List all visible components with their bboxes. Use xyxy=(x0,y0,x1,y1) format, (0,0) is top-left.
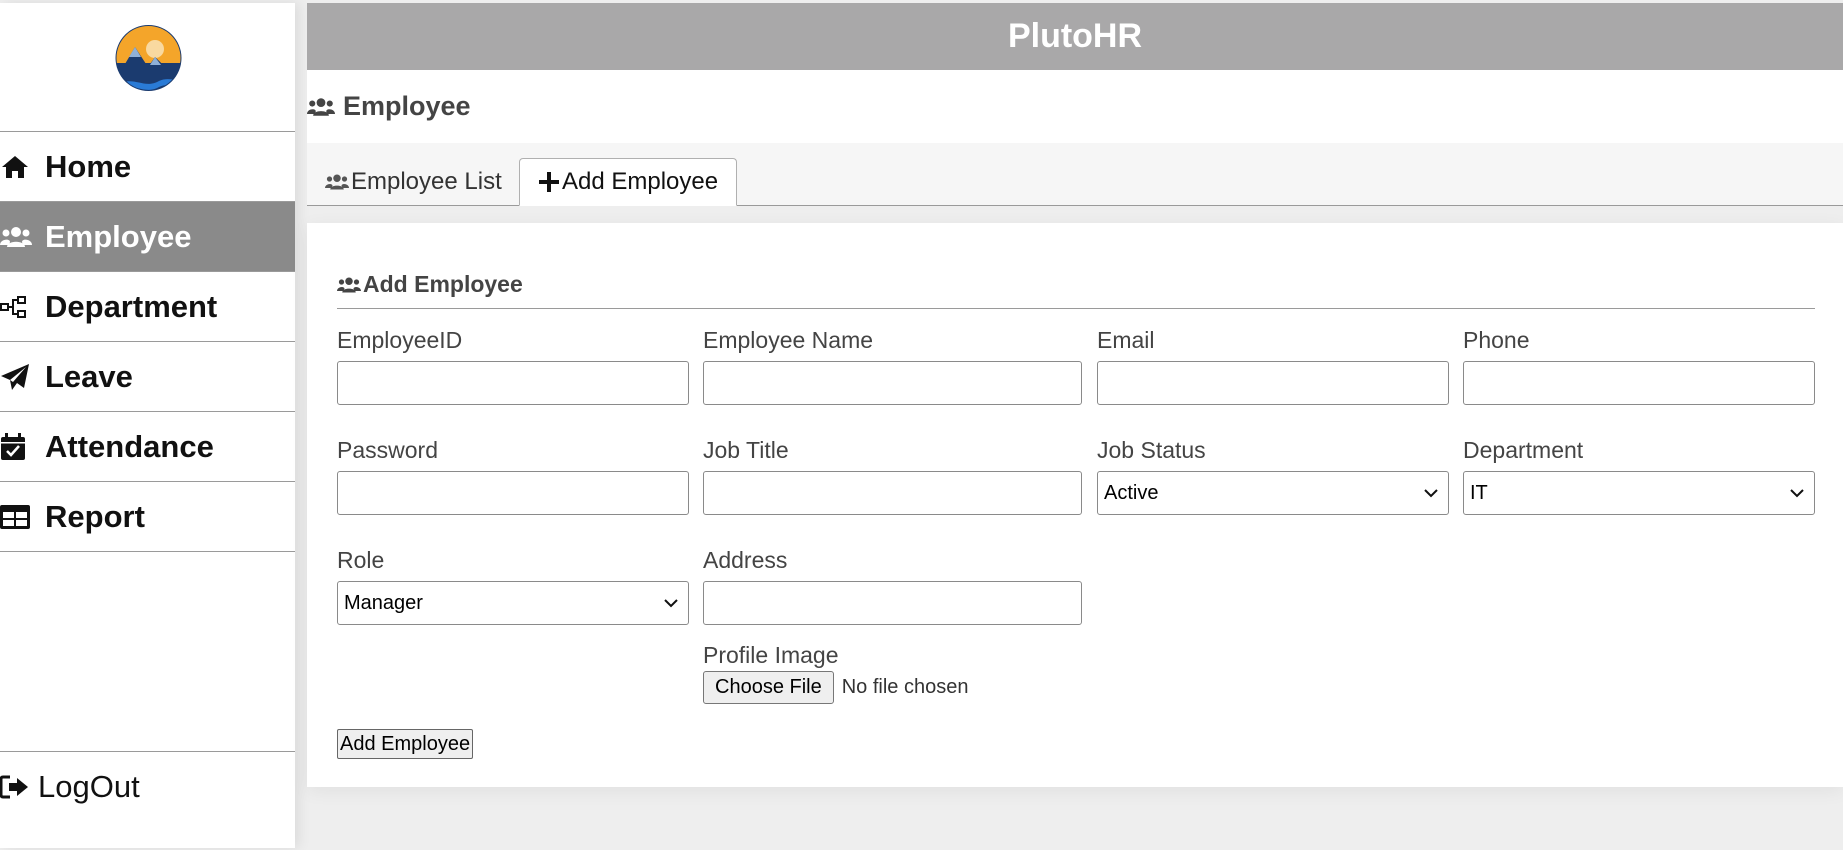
password-group: Password xyxy=(337,437,689,515)
users-icon xyxy=(307,96,335,118)
employee-id-group: EmployeeID xyxy=(337,327,689,405)
job-title-group: Job Title xyxy=(703,437,1082,515)
sidebar-item-leave[interactable]: Leave xyxy=(0,342,295,412)
sidebar-nav: Home Employee Department Leave Attendanc… xyxy=(0,131,295,552)
sign-out-icon xyxy=(0,775,30,799)
role-select-wrap: Manager xyxy=(337,581,689,625)
department-group: Department IT xyxy=(1463,437,1815,515)
employee-name-input[interactable] xyxy=(703,361,1082,405)
sidebar-item-report[interactable]: Report xyxy=(0,482,295,552)
tab-add-employee[interactable]: Add Employee xyxy=(519,158,738,206)
sidebar-item-department[interactable]: Department xyxy=(0,272,295,342)
address-input[interactable] xyxy=(703,581,1082,625)
tab-bar: Employee List Add Employee xyxy=(307,143,1843,206)
page-header: Employee xyxy=(307,70,1843,143)
phone-group: Phone xyxy=(1463,327,1815,405)
sidebar: Home Employee Department Leave Attendanc… xyxy=(0,3,295,848)
logout-button[interactable]: LogOut xyxy=(0,751,295,821)
app-title: PlutoHR xyxy=(1007,17,1143,55)
tab-employee-list[interactable]: Employee List xyxy=(307,158,520,206)
employee-id-input[interactable] xyxy=(337,361,689,405)
users-icon xyxy=(337,276,363,294)
job-title-label: Job Title xyxy=(703,437,789,463)
calendar-check-icon xyxy=(0,432,45,461)
table-icon xyxy=(0,504,45,529)
form-title-label: Add Employee xyxy=(363,271,523,297)
choose-file-button[interactable]: Choose File xyxy=(703,671,834,704)
employee-name-label: Employee Name xyxy=(703,327,874,353)
add-employee-button[interactable]: Add Employee xyxy=(337,729,474,759)
sidebar-item-label: Report xyxy=(45,498,145,534)
department-select[interactable]: IT xyxy=(1463,471,1815,515)
sidebar-item-attendance[interactable]: Attendance xyxy=(0,412,295,482)
address-group: Address xyxy=(703,547,1082,625)
tab-label: Add Employee xyxy=(562,168,719,195)
logout-label: LogOut xyxy=(38,768,140,804)
add-employee-form: Add Employee EmployeeID Employee Name Em… xyxy=(307,223,1843,787)
main-content: PlutoHR Employee Employee List Add Emplo… xyxy=(307,3,1843,848)
job-status-select-wrap: Active xyxy=(1097,471,1449,515)
employee-id-label: EmployeeID xyxy=(337,327,463,353)
home-icon xyxy=(0,154,45,180)
tab-label: Employee List xyxy=(351,168,502,195)
address-label: Address xyxy=(703,547,788,573)
users-icon xyxy=(325,173,351,191)
employee-name-group: Employee Name xyxy=(703,327,1082,405)
users-icon xyxy=(0,225,45,249)
page-title: Employee xyxy=(343,91,471,121)
department-select-wrap: IT xyxy=(1463,471,1815,515)
role-label: Role xyxy=(337,547,385,573)
sidebar-item-label: Home xyxy=(45,148,132,184)
password-label: Password xyxy=(337,437,438,463)
sidebar-item-label: Attendance xyxy=(45,428,214,464)
sidebar-item-home[interactable]: Home xyxy=(0,132,295,202)
job-status-select[interactable]: Active xyxy=(1097,471,1449,515)
department-label: Department xyxy=(1463,437,1584,463)
sidebar-item-label: Employee xyxy=(45,218,192,254)
sidebar-item-label: Leave xyxy=(45,358,133,394)
profile-image-file-input: Choose File No file chosen xyxy=(703,671,968,704)
sitemap-icon xyxy=(0,295,45,319)
email-input[interactable] xyxy=(1097,361,1449,405)
sidebar-item-employee[interactable]: Employee xyxy=(0,202,295,272)
sidebar-item-label: Department xyxy=(45,288,218,324)
phone-input[interactable] xyxy=(1463,361,1815,405)
app-logo xyxy=(115,25,182,91)
paper-plane-icon xyxy=(0,363,45,391)
file-status: No file chosen xyxy=(841,676,969,698)
password-input[interactable] xyxy=(337,471,689,515)
phone-label: Phone xyxy=(1463,327,1530,353)
role-select[interactable]: Manager xyxy=(337,581,689,625)
form-title: Add Employee xyxy=(337,271,1815,309)
job-status-label: Job Status xyxy=(1097,437,1206,463)
job-status-group: Job Status Active xyxy=(1097,437,1449,515)
app-header: PlutoHR xyxy=(307,3,1843,70)
email-label: Email xyxy=(1097,327,1155,353)
plus-icon xyxy=(538,171,562,193)
job-title-input[interactable] xyxy=(703,471,1082,515)
role-group: Role Manager xyxy=(337,547,689,625)
email-group: Email xyxy=(1097,327,1449,405)
